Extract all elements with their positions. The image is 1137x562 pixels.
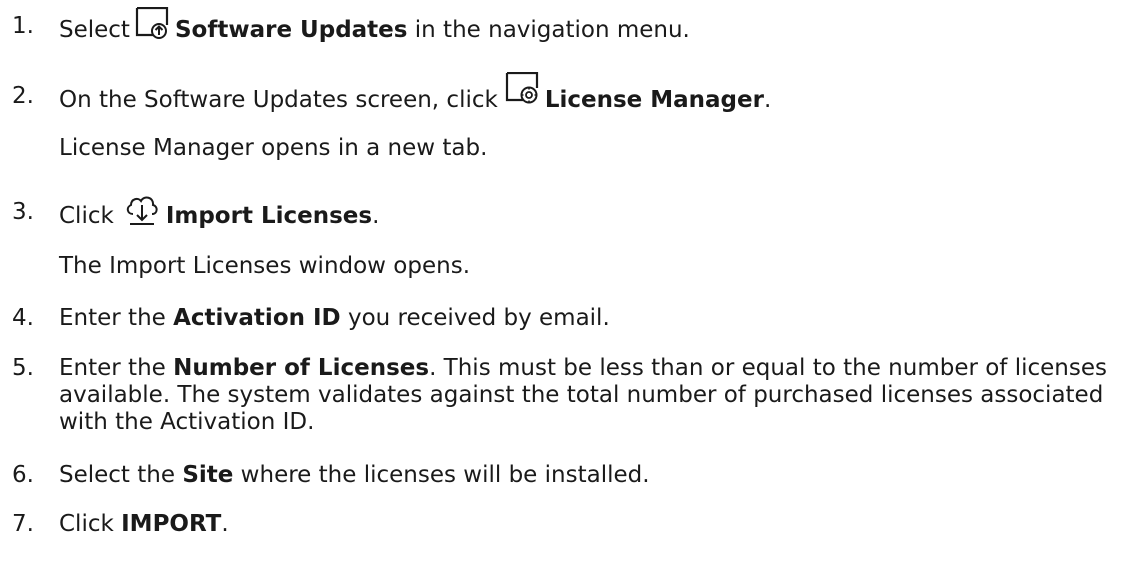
software-updates-icon [135, 6, 169, 48]
step-text-pre: On the Software Updates screen, click [59, 87, 498, 113]
step-number: 6. [12, 462, 34, 488]
step-text: Select Software Updates in the navigation… [59, 6, 690, 51]
step-text: Click IMPORT. [59, 508, 229, 540]
step-number: 5. [12, 355, 34, 381]
step-number: 7. [12, 511, 34, 537]
step-text-post: in the navigation menu. [407, 17, 690, 43]
step-text-post: . [763, 87, 772, 113]
step-number: 2. [12, 83, 34, 109]
step-bold-term: Software Updates [174, 17, 408, 43]
step-3-result: The Import Licenses window opens. [59, 253, 471, 279]
step-number: 3. [12, 199, 34, 225]
step-text: Click Import Licenses. [59, 196, 379, 237]
step-text: Select the Site where the licenses will … [59, 459, 650, 491]
step-bold-term: License Manager [544, 87, 764, 113]
step-number: 4. [12, 305, 34, 331]
step-number: 1. [12, 13, 34, 39]
step-5-text: Enter the Number of Licenses. This must … [59, 355, 1129, 436]
step-text-pre: Enter the [59, 305, 174, 331]
step-2-result: License Manager opens in a new tab. [59, 135, 488, 161]
step-bold-term: Activation ID [173, 305, 341, 331]
step-bold-term: Number of Licenses [173, 355, 430, 381]
license-manager-icon [505, 71, 539, 113]
step-text: Enter the Activation ID you received by … [59, 302, 610, 334]
step-text-pre: Click [59, 203, 114, 229]
step-text-pre: Enter the [59, 355, 174, 381]
step-bold-term: IMPORT [121, 511, 222, 537]
cloud-download-icon [124, 194, 160, 235]
step-text-post: . [372, 203, 380, 229]
step-text: On the Software Updates screen, click Lic… [59, 71, 772, 121]
step-text-post: . [221, 511, 229, 537]
step-text-post: where the licenses will be installed. [233, 462, 650, 488]
step-text-pre: Click [59, 511, 122, 537]
step-text-pre: Select the [59, 462, 183, 488]
step-bold-term: Import Licenses [165, 203, 373, 229]
step-bold-term: Site [182, 462, 234, 488]
step-text-post: you received by email. [340, 305, 610, 331]
step-text-pre: Select [59, 17, 130, 43]
